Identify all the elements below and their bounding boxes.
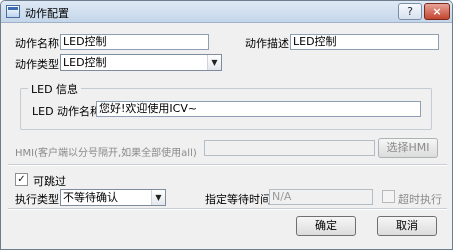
cancel-button[interactable]: 取消 bbox=[377, 216, 437, 236]
exec-type-label: 执行类型 bbox=[15, 193, 59, 206]
timeout-exec-label: 超时执行 bbox=[398, 193, 442, 206]
wait-time-input[interactable]: N/A bbox=[269, 189, 373, 205]
action-desc-label: 动作描述 bbox=[245, 37, 289, 50]
led-action-name-input[interactable]: 您好!欢迎使用ICV~ bbox=[96, 101, 421, 117]
action-name-input[interactable]: LED控制 bbox=[60, 34, 209, 50]
timeout-exec-checkbox[interactable] bbox=[382, 190, 395, 203]
exec-type-value: 不等待确认 bbox=[63, 191, 118, 204]
action-desc-input[interactable]: LED控制 bbox=[290, 34, 439, 50]
action-type-select[interactable]: LED控制 ▼ bbox=[60, 54, 222, 71]
action-config-dialog: 动作配置 ? × 动作名称 LED控制 动作描述 LED控制 动作类型 LED控… bbox=[0, 0, 453, 250]
select-hmi-button[interactable]: 选择HMI bbox=[378, 138, 438, 158]
wait-time-label: 指定等待时间 bbox=[205, 193, 271, 206]
window-title: 动作配置 bbox=[25, 7, 69, 20]
chevron-down-icon[interactable]: ▼ bbox=[151, 190, 165, 205]
action-type-value: LED控制 bbox=[63, 56, 107, 69]
close-button[interactable]: × bbox=[424, 3, 450, 20]
led-group-title: LED 信息 bbox=[28, 81, 82, 97]
led-action-name-label: LED 动作名称 bbox=[32, 105, 102, 118]
action-type-label: 动作类型 bbox=[15, 58, 59, 71]
divider bbox=[8, 164, 447, 166]
chevron-down-icon[interactable]: ▼ bbox=[207, 55, 221, 70]
hmi-input[interactable] bbox=[204, 140, 375, 156]
help-button[interactable]: ? bbox=[398, 3, 422, 20]
skippable-label: 可跳过 bbox=[33, 175, 66, 188]
hmi-label: HMI(客户端以分号隔开,如果全部使用all) bbox=[15, 148, 197, 159]
title-bar: 动作配置 ? × bbox=[1, 1, 452, 23]
action-name-label: 动作名称 bbox=[15, 37, 59, 50]
divider bbox=[8, 208, 447, 210]
skippable-checkbox[interactable]: ✓ bbox=[15, 173, 28, 186]
exec-type-select[interactable]: 不等待确认 ▼ bbox=[60, 189, 166, 206]
ok-button[interactable]: 确定 bbox=[296, 216, 356, 236]
app-window-icon bbox=[6, 5, 20, 18]
